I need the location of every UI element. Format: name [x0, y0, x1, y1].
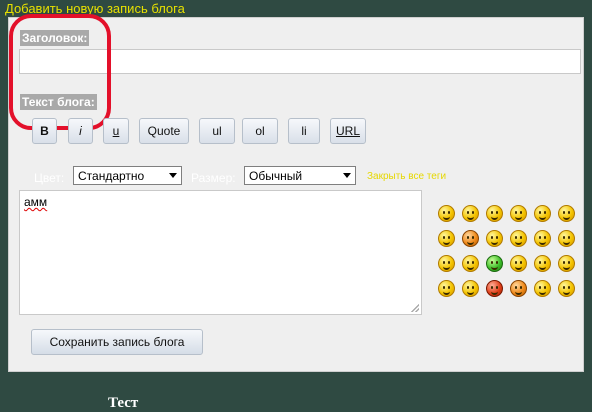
big-eyes-icon[interactable]: [510, 230, 527, 247]
grin-icon[interactable]: [510, 205, 527, 222]
chevron-down-icon: [343, 173, 351, 178]
color-select-value: Стандартно: [78, 169, 145, 183]
chevron-down-icon: [169, 173, 177, 178]
url-button[interactable]: URL: [330, 118, 366, 144]
devil-icon[interactable]: [486, 280, 503, 297]
sad-icon[interactable]: [558, 230, 575, 247]
color-label: Цвет:: [34, 171, 65, 185]
text-label: Текст блога:: [20, 94, 97, 110]
blog-text-area[interactable]: амм: [19, 190, 422, 315]
bold-button[interactable]: B: [32, 118, 57, 144]
italic-button[interactable]: i: [68, 118, 93, 144]
ol-button[interactable]: ol: [242, 118, 278, 144]
sleepy-icon[interactable]: [534, 255, 551, 272]
sick-icon[interactable]: [486, 255, 503, 272]
li-button[interactable]: li: [288, 118, 320, 144]
blog-text-value: амм: [24, 195, 48, 209]
shocked-icon[interactable]: [486, 230, 503, 247]
size-select-value: Обычный: [249, 169, 303, 183]
mad-icon[interactable]: [438, 280, 455, 297]
blush-icon[interactable]: [462, 230, 479, 247]
laugh-icon[interactable]: [534, 205, 551, 222]
tongue-icon[interactable]: [438, 230, 455, 247]
title-input[interactable]: [19, 49, 581, 74]
surprised-icon[interactable]: [558, 205, 575, 222]
cool-icon[interactable]: [486, 205, 503, 222]
page-title: Добавить новую запись блога: [5, 1, 185, 16]
title-label: Заголовок:: [20, 30, 90, 46]
footer-text: Тест: [108, 395, 139, 411]
ul-button[interactable]: ul: [199, 118, 235, 144]
blushing-icon[interactable]: [510, 280, 527, 297]
size-label: Размер:: [191, 171, 236, 185]
close-all-tags-link[interactable]: Закрыть все теги: [367, 171, 446, 182]
smile-icon[interactable]: [438, 205, 455, 222]
quote-button[interactable]: Quote: [139, 118, 189, 144]
underline-button[interactable]: u: [103, 118, 129, 144]
color-select[interactable]: Стандартно: [73, 166, 182, 185]
resize-grip-icon[interactable]: [411, 304, 419, 312]
eyes-roll-icon[interactable]: [462, 255, 479, 272]
cry-icon[interactable]: [558, 255, 575, 272]
size-select[interactable]: Обычный: [244, 166, 356, 185]
wink-icon[interactable]: [462, 205, 479, 222]
rolleyes-icon[interactable]: [510, 255, 527, 272]
ponder-icon[interactable]: [534, 280, 551, 297]
angry-icon[interactable]: [438, 255, 455, 272]
kiss-icon[interactable]: [558, 280, 575, 297]
dizzy-icon[interactable]: [462, 280, 479, 297]
save-blog-post-button[interactable]: Сохранить запись блога: [31, 329, 203, 355]
confused-icon[interactable]: [534, 230, 551, 247]
